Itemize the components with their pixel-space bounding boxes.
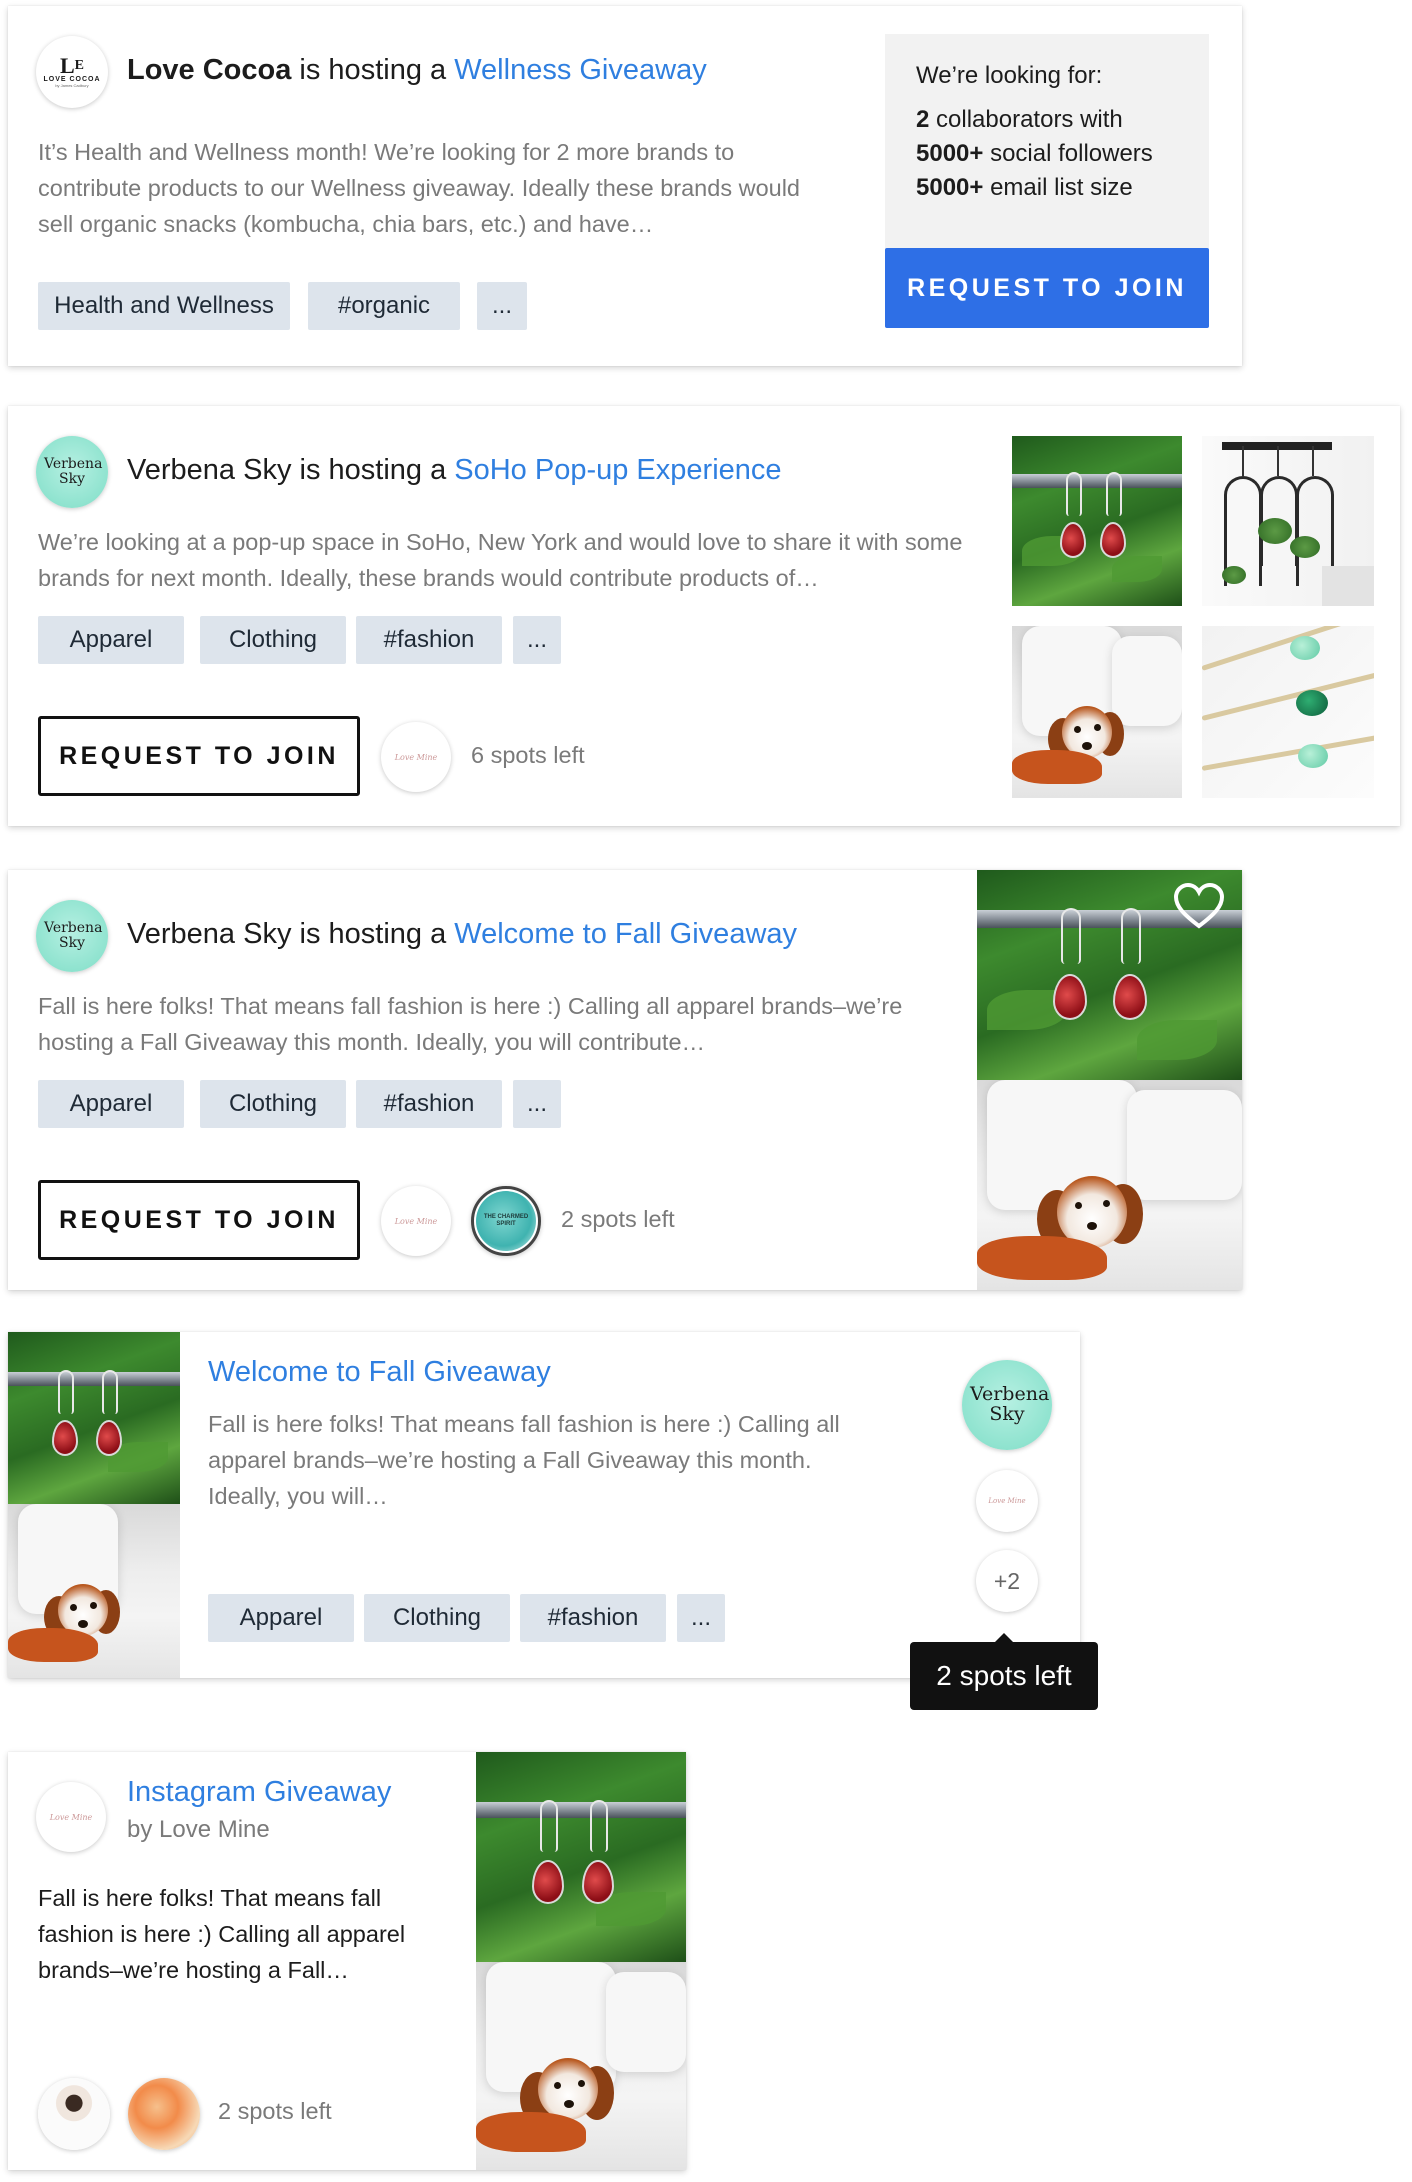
event-description: Fall is here folks! That means fall fash… [38, 993, 903, 1055]
tag-clothing[interactable]: Clothing [200, 1080, 346, 1128]
event-description: It’s Health and Wellness month! We’re lo… [38, 139, 800, 237]
tag-clothing[interactable]: Clothing [364, 1594, 510, 1642]
product-photo-earrings[interactable] [1012, 436, 1182, 606]
tag-apparel[interactable]: Apparel [38, 616, 184, 664]
req-collaborators-count: 2 [916, 106, 930, 133]
host-avatar-love-mine[interactable]: Love Mine [36, 1782, 106, 1852]
tag-more[interactable]: ... [477, 282, 527, 330]
host-avatar-love-cocoa[interactable]: LE LOVE COCOA by James Cadbury [36, 36, 108, 108]
requirement-social: 5000+ social followers [916, 140, 1153, 168]
req-email-label: email list size [983, 174, 1133, 201]
avatar-text: Verbena Sky [44, 456, 103, 487]
participant-avatar-flowers[interactable] [128, 2078, 200, 2150]
giveaway-card-wellness: LE LOVE COCOA by James Cadbury Love Coco… [8, 6, 1242, 366]
event-description: Fall is here folks! That means fall fash… [38, 1885, 406, 1983]
product-photo-planters[interactable] [1202, 436, 1374, 606]
participant-avatar-love-mine[interactable]: Love Mine [381, 722, 451, 792]
host-line: Verbena Sky is hosting a SoHo Pop-up Exp… [127, 454, 782, 487]
product-photo-dog[interactable] [476, 1962, 686, 2170]
tag-organic[interactable]: #organic [308, 282, 460, 330]
participant-logo: Love Mine [394, 1216, 438, 1226]
host-name[interactable]: Love Cocoa [127, 54, 291, 86]
req-email-count: 5000+ [916, 174, 984, 201]
giveaway-card-soho: Verbena Sky Verbena Sky is hosting a SoH… [8, 406, 1400, 826]
participant-avatar-love-mine[interactable]: Love Mine [381, 1186, 451, 1256]
tag-fashion[interactable]: #fashion [356, 1080, 502, 1128]
avatar-text: Verbena Sky [970, 1383, 1050, 1425]
product-photo-earrings[interactable] [476, 1752, 686, 1962]
req-collaborators-label: collaborators with [929, 106, 1123, 133]
requirement-email: 5000+ email list size [916, 174, 1133, 202]
event-description: Fall is here folks! That means fall fash… [208, 1411, 840, 1509]
product-photo-dog[interactable] [8, 1504, 180, 1678]
product-photo-dog[interactable] [977, 1080, 1242, 1290]
giveaway-card-instagram: Love Mine Instagram Giveaway by Love Min… [8, 1752, 686, 2170]
host-avatar-verbena-sky[interactable]: Verbena Sky [36, 436, 108, 508]
participant-avatar-charmed-spirit[interactable]: THE CHARMED SPIRIT [471, 1186, 541, 1256]
hosting-text: Verbena Sky is hosting a [127, 918, 455, 950]
host-avatar-verbena-sky[interactable]: Verbena Sky [962, 1360, 1052, 1450]
requirement-collaborators: 2 collaborators with [916, 106, 1123, 134]
hosting-text: Verbena Sky is hosting a [127, 454, 455, 486]
host-avatar-verbena-sky[interactable]: Verbena Sky [36, 900, 108, 972]
more-participants-badge[interactable]: +2 [976, 1550, 1038, 1612]
event-link[interactable]: SoHo Pop-up Experience [454, 454, 781, 486]
avatar-logo: Love Mine [49, 1812, 93, 1822]
logo-text: LOVE COCOA [43, 76, 101, 83]
req-social-count: 5000+ [916, 140, 984, 167]
event-host-byline: by Love Mine [127, 1816, 270, 1843]
participant-logo: Love Mine [988, 1497, 1026, 1505]
host-line: Verbena Sky is hosting a Welcome to Fall… [127, 918, 797, 951]
product-photo-dog[interactable] [1012, 626, 1182, 798]
tag-more[interactable]: ... [513, 616, 561, 664]
req-social-label: social followers [983, 140, 1153, 167]
logo-subtext: by James Cadbury [55, 83, 89, 88]
giveaway-card-fall-compact: Welcome to Fall Giveaway Fall is here fo… [8, 1332, 1080, 1678]
tag-fashion[interactable]: #fashion [520, 1594, 666, 1642]
product-photo-earrings[interactable] [8, 1332, 180, 1504]
event-title-link[interactable]: Welcome to Fall Giveaway [208, 1356, 551, 1389]
request-to-join-button[interactable]: REQUEST TO JOIN [38, 1180, 360, 1260]
looking-for-title: We’re looking for: [916, 62, 1103, 89]
heart-icon[interactable] [1173, 882, 1225, 930]
event-title-link[interactable]: Instagram Giveaway [127, 1776, 391, 1809]
event-link[interactable]: Welcome to Fall Giveaway [454, 918, 797, 950]
spots-left: 2 spots left [561, 1206, 675, 1232]
tag-health-wellness[interactable]: Health and Wellness [38, 282, 290, 330]
participant-avatar-love-mine[interactable]: Love Mine [976, 1470, 1038, 1532]
spots-left: 2 spots left [218, 2098, 332, 2124]
spots-left: 6 spots left [471, 742, 585, 768]
participant-logo: THE CHARMED SPIRIT [476, 1191, 536, 1251]
hosting-text: is hosting a [291, 54, 455, 86]
participant-avatar-woman[interactable] [38, 2078, 110, 2150]
event-description: We’re looking at a pop-up space in SoHo,… [38, 529, 963, 591]
request-to-join-button[interactable]: REQUEST TO JOIN [38, 716, 360, 796]
giveaway-card-fall: Verbena Sky Verbena Sky is hosting a Wel… [8, 870, 1242, 1290]
more-count: +2 [993, 1567, 1021, 1594]
event-link[interactable]: Wellness Giveaway [454, 54, 707, 86]
product-photo-bracelets[interactable] [1202, 626, 1374, 798]
avatar-text: Verbena Sky [44, 920, 103, 951]
tag-more[interactable]: ... [677, 1594, 725, 1642]
tag-clothing[interactable]: Clothing [200, 616, 346, 664]
tag-more[interactable]: ... [513, 1080, 561, 1128]
tag-apparel[interactable]: Apparel [208, 1594, 354, 1642]
participant-logo: Love Mine [394, 752, 438, 762]
tag-fashion[interactable]: #fashion [356, 616, 502, 664]
request-to-join-button[interactable]: REQUEST TO JOIN [885, 248, 1209, 328]
host-line: Love Cocoa is hosting a Wellness Giveawa… [127, 54, 707, 87]
tag-apparel[interactable]: Apparel [38, 1080, 184, 1128]
spots-left-tooltip: 2 spots left [910, 1633, 1098, 1710]
